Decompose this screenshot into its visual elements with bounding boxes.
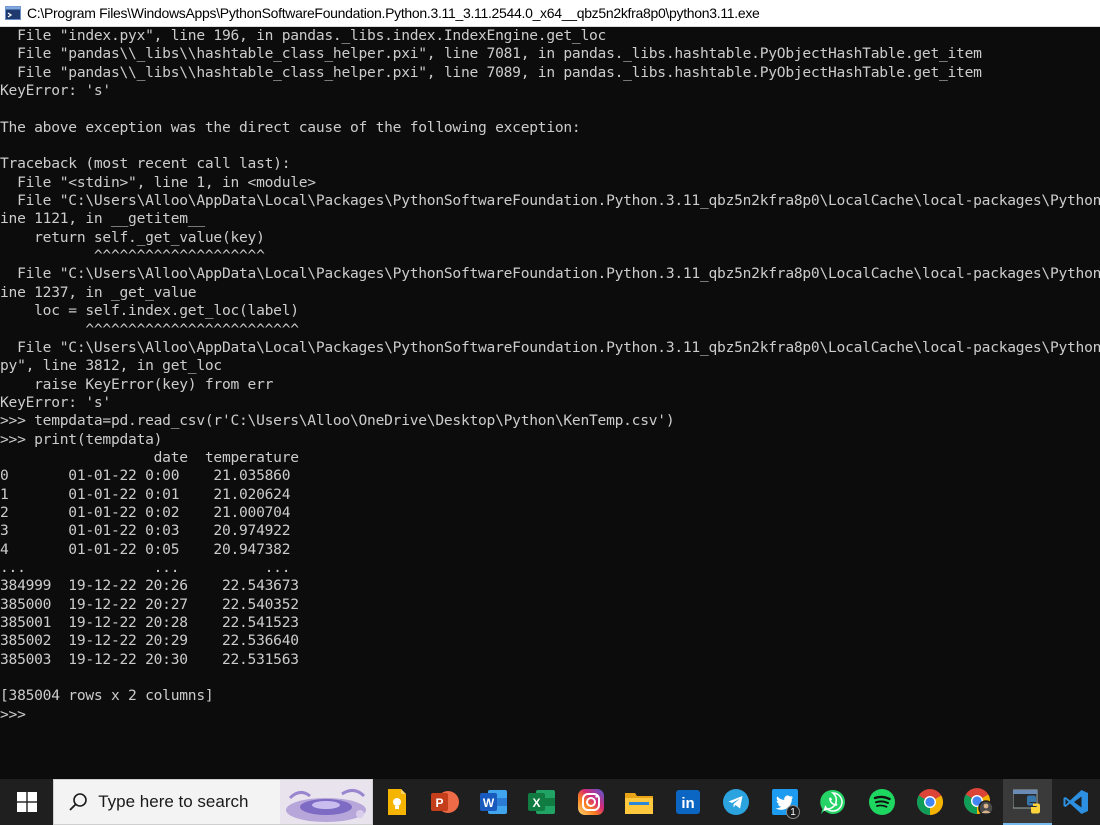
console-line: File "C:\Users\Alloo\AppData\Local\Packa… <box>0 192 1100 210</box>
svg-text:P: P <box>436 796 444 810</box>
console-line: File "index.pyx", line 196, in pandas._l… <box>0 27 607 44</box>
instagram-icon[interactable] <box>567 779 616 825</box>
console-app-icon <box>5 5 21 21</box>
console-line: Traceback (most recent call last): <box>0 155 291 173</box>
console-line: ine 1121, in __getitem__ <box>0 210 205 228</box>
file-explorer-icon[interactable] <box>615 779 664 825</box>
whatsapp-icon[interactable] <box>809 779 858 825</box>
console-line: 385002 19-12-22 20:29 22.536640 <box>0 632 299 650</box>
console-line: 3 01-01-22 0:03 20.974922 <box>0 522 291 540</box>
console-line: ^^^^^^^^^^^^^^^^^^^^^^^^^ <box>0 320 299 338</box>
console-line: raise KeyError(key) from err <box>0 375 274 393</box>
console-line: >>> <box>0 705 26 723</box>
window-title: C:\Program Files\WindowsApps\PythonSoftw… <box>27 5 760 21</box>
chrome-profile-icon[interactable] <box>955 779 1004 825</box>
console-line: ... ... ... <box>0 558 291 576</box>
twitter-notification-badge: 1 <box>786 805 800 819</box>
console-line: 385000 19-12-22 20:27 22.540352 <box>0 595 299 613</box>
console-line: date temperature <box>0 448 299 466</box>
spotify-icon[interactable] <box>858 779 907 825</box>
chrome-icon[interactable] <box>906 779 955 825</box>
python-icon[interactable] <box>1003 779 1052 825</box>
word-icon[interactable]: W <box>470 779 519 825</box>
console-line: 384999 19-12-22 20:26 22.543673 <box>0 577 299 595</box>
console-line: KeyError: 's' <box>0 393 111 411</box>
svg-text:X: X <box>533 796 541 810</box>
svg-text:W: W <box>483 796 495 810</box>
console-line: 2 01-01-22 0:02 21.000704 <box>0 503 291 521</box>
search-highlight-image <box>279 780 372 824</box>
twitter-icon[interactable]: 1 <box>761 779 810 825</box>
console-line: The above exception was the direct cause… <box>0 118 581 136</box>
console-line: 1 01-01-22 0:01 21.020624 <box>0 485 291 503</box>
excel-icon[interactable]: X <box>518 779 567 825</box>
taskbar-search-box[interactable]: Type here to search <box>53 779 373 825</box>
console-output-area[interactable]: File "index.pyx", line 196, in pandas._l… <box>0 27 1100 779</box>
console-line: >>> print(tempdata) <box>0 430 163 448</box>
console-line: File "C:\Users\Alloo\AppData\Local\Packa… <box>0 265 1100 283</box>
console-line: 4 01-01-22 0:05 20.947382 <box>0 540 291 558</box>
console-line: return self._get_value(key) <box>0 228 265 246</box>
search-icon <box>68 792 88 812</box>
window-titlebar[interactable]: C:\Program Files\WindowsApps\PythonSoftw… <box>0 0 1100 27</box>
svg-text:in: in <box>681 795 694 812</box>
start-button[interactable] <box>0 779 53 825</box>
console-line: File "<stdin>", line 1, in <module> <box>0 173 316 191</box>
console-line: >>> tempdata=pd.read_csv(r'C:\Users\Allo… <box>0 412 675 430</box>
windows-logo-icon <box>16 792 37 812</box>
console-line: py", line 3812, in get_loc <box>0 357 222 375</box>
console-line: File "C:\Users\Alloo\AppData\Local\Packa… <box>0 338 1100 356</box>
console-line: 385003 19-12-22 20:30 22.531563 <box>0 650 299 668</box>
taskbar: Type here to search P W X in 1 <box>0 779 1100 825</box>
vscode-icon[interactable] <box>1052 779 1100 825</box>
console-line: 385001 19-12-22 20:28 22.541523 <box>0 614 299 631</box>
powerpoint-icon[interactable]: P <box>421 779 470 825</box>
telegram-icon[interactable] <box>712 779 761 825</box>
console-line: KeyError: 's' <box>0 82 111 100</box>
linkedin-icon[interactable]: in <box>664 779 713 825</box>
console-line: [385004 rows x 2 columns] <box>0 687 214 705</box>
keep-icon[interactable] <box>373 779 422 825</box>
console-text: File "index.pyx", line 196, in pandas._l… <box>0 27 1100 724</box>
console-line: File "pandas\\_libs\\hashtable_class_hel… <box>0 45 982 63</box>
console-line: ^^^^^^^^^^^^^^^^^^^^ <box>0 247 265 265</box>
console-line: ine 1237, in _get_value <box>0 283 197 301</box>
search-placeholder: Type here to search <box>98 792 249 811</box>
console-line: File "pandas\\_libs\\hashtable_class_hel… <box>0 63 982 81</box>
console-line: loc = self.index.get_loc(label) <box>0 302 299 320</box>
console-line: 0 01-01-22 0:00 21.035860 <box>0 467 291 485</box>
taskbar-pinned-apps: P W X in 1 <box>373 779 1100 825</box>
